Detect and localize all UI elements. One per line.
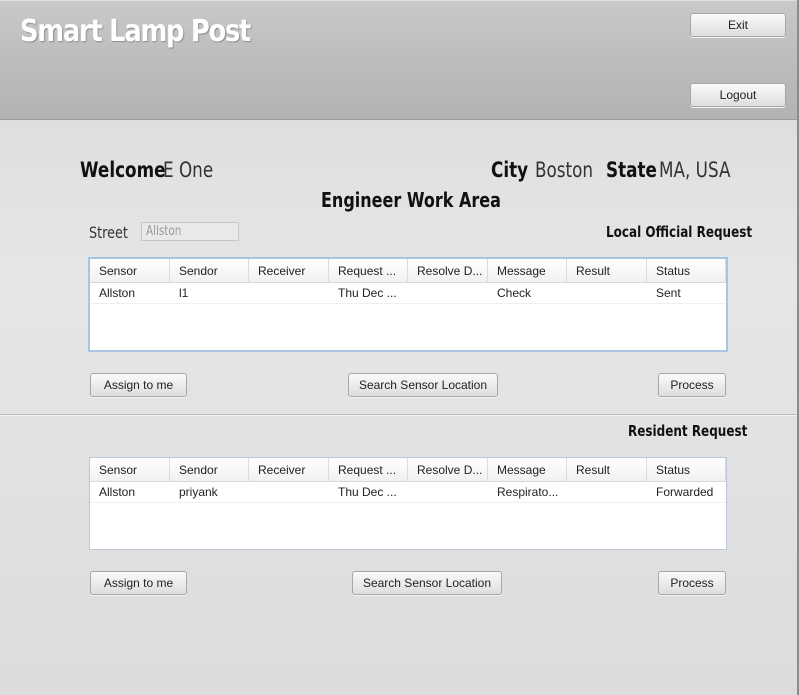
logout-button[interactable]: Logout [690,83,786,107]
column-header-resolve-date[interactable]: Resolve D... [408,259,488,283]
column-header-status[interactable]: Status [647,259,726,283]
cell-result [567,283,647,304]
column-header-sendor[interactable]: Sendor [170,458,249,482]
local-request-title: Local Official Request [606,223,753,241]
cell-resolve-date [408,283,488,304]
street-value: Allston [146,224,182,239]
cell-sendor: priyank [179,485,218,499]
table-header: Sensor Sendor Receiver Request ... Resol… [90,259,726,283]
cell-status: Sent [656,286,681,300]
cell-message: Respirato... [497,485,559,499]
table-row[interactable]: Allston l1 Thu Dec ... Check Sent [90,283,726,304]
resident-request-table[interactable]: Sensor Sendor Receiver Request ... Resol… [89,457,727,550]
table-row[interactable]: Allston priyank Thu Dec ... Respirato...… [90,482,726,503]
cell-sendor: l1 [179,286,189,300]
cell-status: Forwarded [656,485,714,499]
work-area-title: Engineer Work Area [321,188,501,212]
cell-sensor: Allston [99,485,136,499]
cell-receiver [249,283,329,304]
cell-message: Check [497,286,532,300]
app-title: Smart Lamp Post [20,14,251,49]
street-field[interactable]: Allston [141,222,239,241]
resident-request-title: Resident Request [628,422,748,440]
local-process-button[interactable]: Process [658,373,726,397]
column-header-request-date[interactable]: Request ... [329,259,408,283]
resident-assign-button[interactable]: Assign to me [90,571,187,595]
state-value: MA, USA [659,158,731,182]
section-divider [0,414,797,416]
table-header: Sensor Sendor Receiver Request ... Resol… [90,458,726,482]
column-header-receiver[interactable]: Receiver [249,259,329,283]
cell-sensor: Allston [99,286,136,300]
local-search-location-button[interactable]: Search Sensor Location [348,373,498,397]
cell-resolve-date [408,482,488,503]
column-header-sensor[interactable]: Sensor [90,458,170,482]
column-header-status[interactable]: Status [647,458,726,482]
cell-request-date: Thu Dec ... [338,485,397,499]
column-header-result[interactable]: Result [567,458,647,482]
local-request-table[interactable]: Sensor Sendor Receiver Request ... Resol… [88,257,728,352]
state-label: State [606,158,657,182]
column-header-resolve-date[interactable]: Resolve D... [408,458,488,482]
user-name: E One [163,158,214,182]
resident-process-button[interactable]: Process [658,571,726,595]
resident-search-location-button[interactable]: Search Sensor Location [352,571,502,595]
city-label: City [491,158,529,182]
street-label: Street [89,223,128,242]
column-header-request-date[interactable]: Request ... [329,458,408,482]
column-header-receiver[interactable]: Receiver [249,458,329,482]
city-value: Boston [535,158,594,182]
exit-button[interactable]: Exit [690,13,786,37]
cell-request-date: Thu Dec ... [338,286,397,300]
local-assign-button[interactable]: Assign to me [90,373,187,397]
welcome-label: Welcome [80,158,166,182]
column-header-sendor[interactable]: Sendor [170,259,249,283]
cell-receiver [249,482,329,503]
cell-result [567,482,647,503]
column-header-sensor[interactable]: Sensor [90,259,170,283]
column-header-message[interactable]: Message [488,259,567,283]
column-header-result[interactable]: Result [567,259,647,283]
column-header-message[interactable]: Message [488,458,567,482]
